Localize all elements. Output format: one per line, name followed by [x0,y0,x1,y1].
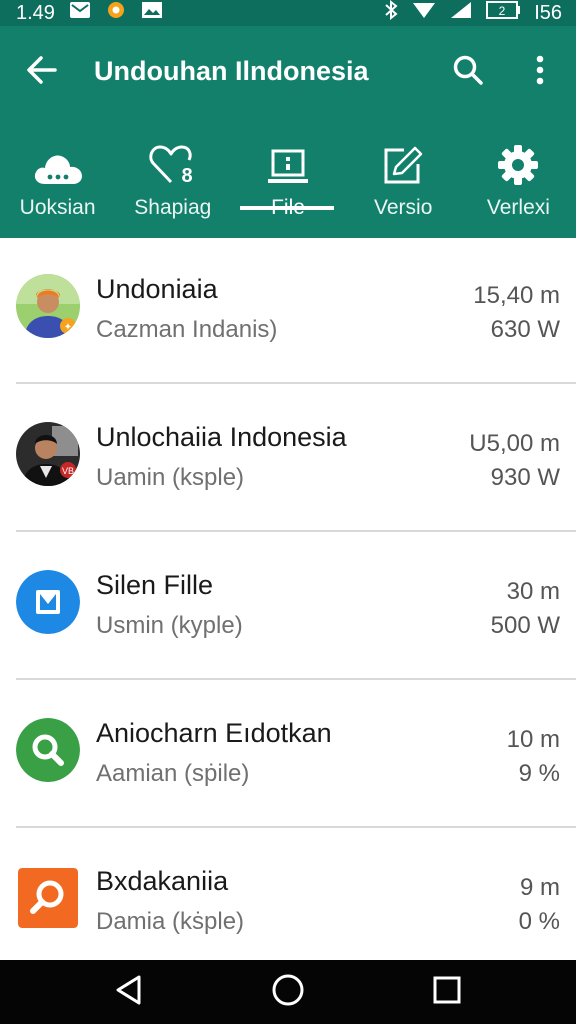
item-value-primary: 9 m [519,874,560,901]
more-options-button[interactable] [518,50,562,94]
avatar: VB [16,422,80,486]
item-value-primary: 30 m [506,578,560,605]
edit-icon [382,136,424,186]
item-value-secondary: 630 W [490,316,560,343]
item-subtitle: Uamin (ksple) [96,464,245,491]
tab-uoksian[interactable]: Uoksian [0,136,115,238]
item-name: Aniocharn Eıdotkan [96,718,332,748]
signal-icon [450,1,472,25]
item-value-primary: U5,00 m [469,430,560,457]
system-nav-bar [0,960,576,1024]
search-icon [452,54,484,91]
item-name: Undoniaia [96,274,218,304]
blue-app-icon [16,570,80,634]
nav-recents-button[interactable] [417,962,477,1022]
orange-search-icon [18,868,78,928]
item-value-primary: 10 m [506,726,560,753]
divider [16,678,576,680]
more-vertical-icon [536,55,544,90]
tab-file[interactable]: File [230,136,345,238]
item-value-secondary: 0 % [518,908,560,935]
status-bar: 1.49 2 I56 [0,0,576,26]
cloud-icon [32,136,84,186]
divider [16,826,576,828]
status-time: 1.49 [16,1,55,24]
page-title: Undouhan Ilndonesia [94,56,369,86]
bluetooth-icon [384,0,398,26]
tab-label: Uoksian [19,196,96,219]
heart-icon: 8 [149,136,197,186]
item-name: Unlochaiia Indonesia [96,422,347,452]
active-tab-indicator [240,206,334,210]
list-item[interactable]: Bxdakaniia Damia (kṡple) 9 m 0 % [0,830,576,960]
circle-home-icon [271,973,305,1012]
arrow-left-icon [25,55,59,90]
laptop-icon [267,136,309,186]
tab-versio[interactable]: Versio [346,136,461,238]
triangle-back-icon [114,974,144,1011]
item-name: Bxdakaniia [96,866,229,896]
svg-text:VB: VB [62,466,74,476]
list-item[interactable]: Silen Fille Usmin (kyple) 30 m 500 W [0,534,576,682]
back-button[interactable] [20,50,64,94]
avatar: ✦ [16,274,80,338]
nav-back-button[interactable] [99,962,159,1022]
svg-text:8: 8 [181,165,192,186]
tab-bar: Uoksian 8 Shapiag File Versio Verlexi [0,136,576,238]
tab-label: Verlexi [486,196,550,219]
image-icon [141,1,163,25]
item-subtitle: Cazman Indanis) [96,316,278,343]
nav-home-button[interactable] [258,962,318,1022]
toolbar: Undouhan Ilndonesia [0,26,576,118]
file-list: ✦ Undoniaia Cazman Indanis) 15,40 m 630 … [0,238,576,960]
mail-icon [69,1,91,25]
tab-shapiag[interactable]: 8 Shapiag [115,136,230,238]
item-subtitle: Usmin (kyple) [96,612,243,639]
item-value-secondary: 9 % [518,760,560,787]
tab-label: Versio [374,196,433,219]
gear-icon [497,136,539,186]
divider [16,530,576,532]
item-value-primary: 15,40 m [473,282,560,309]
tab-verlexi[interactable]: Verlexi [461,136,576,238]
status-right-text: I56 [534,1,562,24]
item-subtitle: Damia (kṡple) [96,908,245,935]
tab-label: Shapiag [134,196,212,219]
battery-icon: 2 [486,1,521,25]
item-value-secondary: 930 W [490,464,560,491]
item-name: Silen Fille [96,570,214,600]
list-item[interactable]: Aniocharn Eıdotkan Aamian (sṗile) 10 m 9… [0,682,576,830]
item-value-secondary: 500 W [490,612,560,639]
green-search-icon [16,718,80,782]
wifi-icon [412,1,436,25]
svg-text:✦: ✦ [64,322,72,333]
list-item[interactable]: ✦ Undoniaia Cazman Indanis) 15,40 m 630 … [0,238,576,386]
item-subtitle: Aamian (sṗile) [96,760,250,787]
list-item[interactable]: VB Unlochaiia Indonesia Uamin (ksple) U5… [0,386,576,534]
flower-icon [105,0,127,26]
svg-text:2: 2 [499,4,506,18]
square-recents-icon [432,975,462,1010]
search-button[interactable] [446,50,490,94]
divider [16,382,576,384]
